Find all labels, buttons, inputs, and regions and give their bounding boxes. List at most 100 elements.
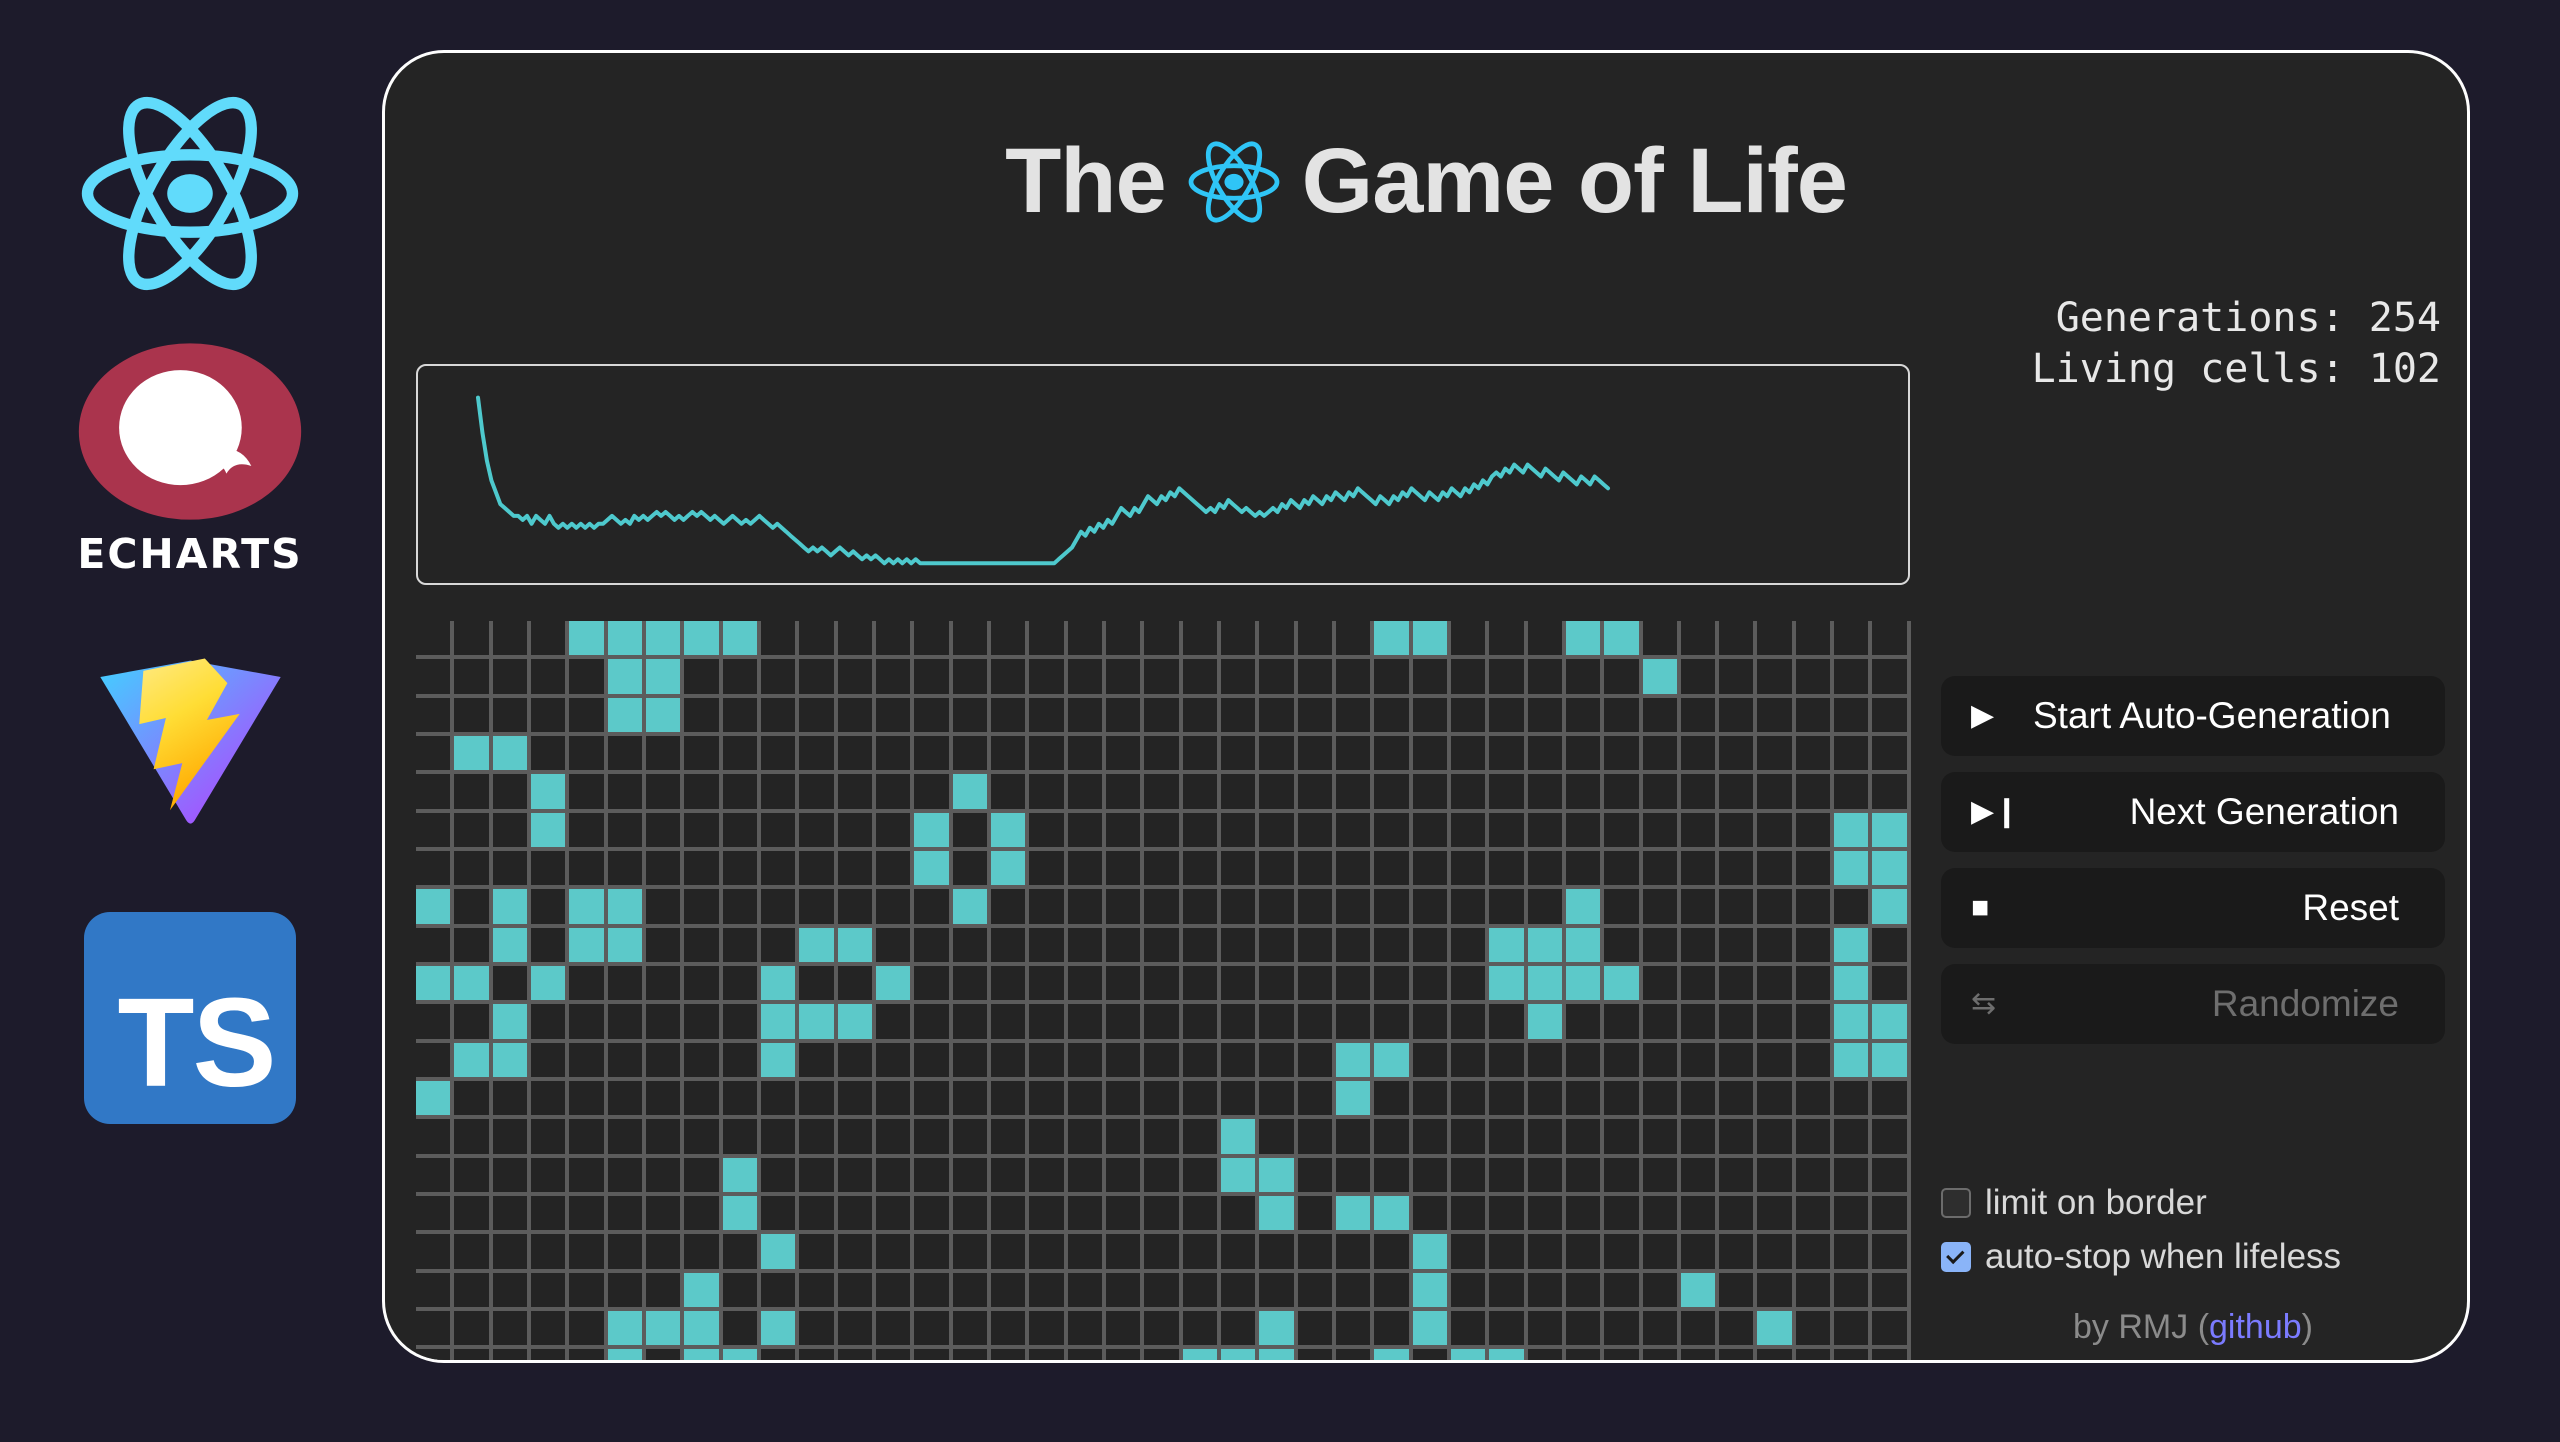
limit-on-border-option[interactable]: limit on border [1941, 1183, 2445, 1223]
life-cell[interactable] [684, 1349, 723, 1360]
life-cell[interactable] [1067, 889, 1106, 928]
life-cell[interactable] [1757, 1234, 1796, 1273]
life-cell[interactable] [1450, 889, 1490, 928]
life-cell[interactable] [1259, 1195, 1298, 1235]
life-cell[interactable] [722, 812, 761, 851]
life-cell[interactable] [799, 621, 838, 660]
life-cell[interactable] [837, 1349, 876, 1360]
life-cell[interactable] [1872, 1272, 1911, 1311]
life-cell[interactable] [1182, 1310, 1221, 1350]
life-cell[interactable] [684, 927, 723, 966]
life-cell[interactable] [722, 1004, 761, 1043]
life-cell[interactable] [1259, 889, 1298, 928]
life-cell[interactable] [1450, 1080, 1490, 1120]
life-cell[interactable] [1105, 1119, 1145, 1158]
life-cell[interactable] [684, 621, 723, 660]
life-cell[interactable] [645, 1349, 685, 1360]
life-cell[interactable] [492, 889, 531, 928]
life-cell[interactable] [799, 1310, 838, 1350]
life-cell[interactable] [1297, 1272, 1336, 1311]
life-cell[interactable] [1335, 889, 1375, 928]
auto-stop-checkbox[interactable] [1941, 1242, 1971, 1272]
life-cell[interactable] [722, 965, 761, 1005]
life-cell[interactable] [492, 1272, 531, 1311]
life-cell[interactable] [1335, 1195, 1375, 1235]
life-cell[interactable] [1719, 1157, 1758, 1196]
life-cell[interactable] [684, 659, 723, 698]
life-cell[interactable] [607, 1157, 646, 1196]
life-cell[interactable] [875, 1272, 915, 1311]
life-cell[interactable] [1872, 1042, 1911, 1081]
life-cell[interactable] [530, 1157, 570, 1196]
life-cell[interactable] [454, 1080, 493, 1120]
life-cell[interactable] [569, 621, 608, 660]
life-cell[interactable] [837, 927, 876, 966]
life-cell[interactable] [760, 1119, 800, 1158]
life-cell[interactable] [1374, 1349, 1413, 1360]
life-cell[interactable] [1565, 1272, 1605, 1311]
life-cell[interactable] [416, 850, 455, 890]
life-cell[interactable] [1412, 1195, 1451, 1235]
life-cell[interactable] [530, 889, 570, 928]
life-cell[interactable] [492, 812, 531, 851]
life-cell[interactable] [1757, 1310, 1796, 1350]
life-cell[interactable] [416, 659, 455, 698]
life-cell[interactable] [1834, 774, 1873, 813]
life-cell[interactable] [1680, 850, 1720, 890]
life-cell[interactable] [1489, 697, 1528, 736]
randomize-button[interactable]: ⇆ Randomize [1941, 964, 2445, 1044]
life-cell[interactable] [760, 697, 800, 736]
life-cell[interactable] [454, 659, 493, 698]
life-cell[interactable] [569, 850, 608, 890]
life-cell[interactable] [1144, 1157, 1183, 1196]
life-cell[interactable] [914, 812, 953, 851]
life-cell[interactable] [416, 1080, 455, 1120]
life-cell[interactable] [1795, 1272, 1835, 1311]
life-cell[interactable] [1412, 659, 1451, 698]
life-cell[interactable] [990, 927, 1030, 966]
life-cell[interactable] [1144, 965, 1183, 1005]
life-cell[interactable] [1604, 735, 1643, 775]
life-cell[interactable] [1105, 927, 1145, 966]
life-cell[interactable] [1067, 1080, 1106, 1120]
life-cell[interactable] [1872, 1080, 1911, 1120]
life-cell[interactable] [530, 1310, 570, 1350]
life-cell[interactable] [530, 697, 570, 736]
life-cell[interactable] [990, 889, 1030, 928]
life-cell[interactable] [1105, 774, 1145, 813]
life-cell[interactable] [952, 774, 991, 813]
life-cell[interactable] [530, 1195, 570, 1235]
life-cell[interactable] [1489, 621, 1528, 660]
life-cell[interactable] [1259, 1234, 1298, 1273]
life-cell[interactable] [1029, 889, 1068, 928]
life-cell[interactable] [837, 735, 876, 775]
life-cell[interactable] [1489, 1349, 1528, 1360]
life-cell[interactable] [875, 659, 915, 698]
life-cell[interactable] [760, 1042, 800, 1081]
life-cell[interactable] [722, 1349, 761, 1360]
life-cell[interactable] [1757, 1080, 1796, 1120]
life-cell[interactable] [1795, 1119, 1835, 1158]
life-cell[interactable] [1489, 889, 1528, 928]
life-cell[interactable] [760, 621, 800, 660]
life-cell[interactable] [990, 812, 1030, 851]
life-cell[interactable] [645, 1310, 685, 1350]
life-cell[interactable] [952, 1042, 991, 1081]
life-cell[interactable] [837, 1004, 876, 1043]
life-cell[interactable] [645, 812, 685, 851]
life-cell[interactable] [1834, 1234, 1873, 1273]
life-cell[interactable] [1489, 774, 1528, 813]
life-cell[interactable] [1259, 850, 1298, 890]
life-cell[interactable] [1220, 1310, 1260, 1350]
life-cell[interactable] [1220, 774, 1260, 813]
life-cell[interactable] [1565, 735, 1605, 775]
life-cell[interactable] [1259, 697, 1298, 736]
life-cell[interactable] [1757, 1157, 1796, 1196]
life-cell[interactable] [760, 812, 800, 851]
life-cell[interactable] [1374, 1119, 1413, 1158]
life-cell[interactable] [607, 1080, 646, 1120]
life-cell[interactable] [799, 1157, 838, 1196]
life-cell[interactable] [1527, 1195, 1566, 1235]
life-cell[interactable] [1680, 889, 1720, 928]
life-cell[interactable] [1527, 1119, 1566, 1158]
